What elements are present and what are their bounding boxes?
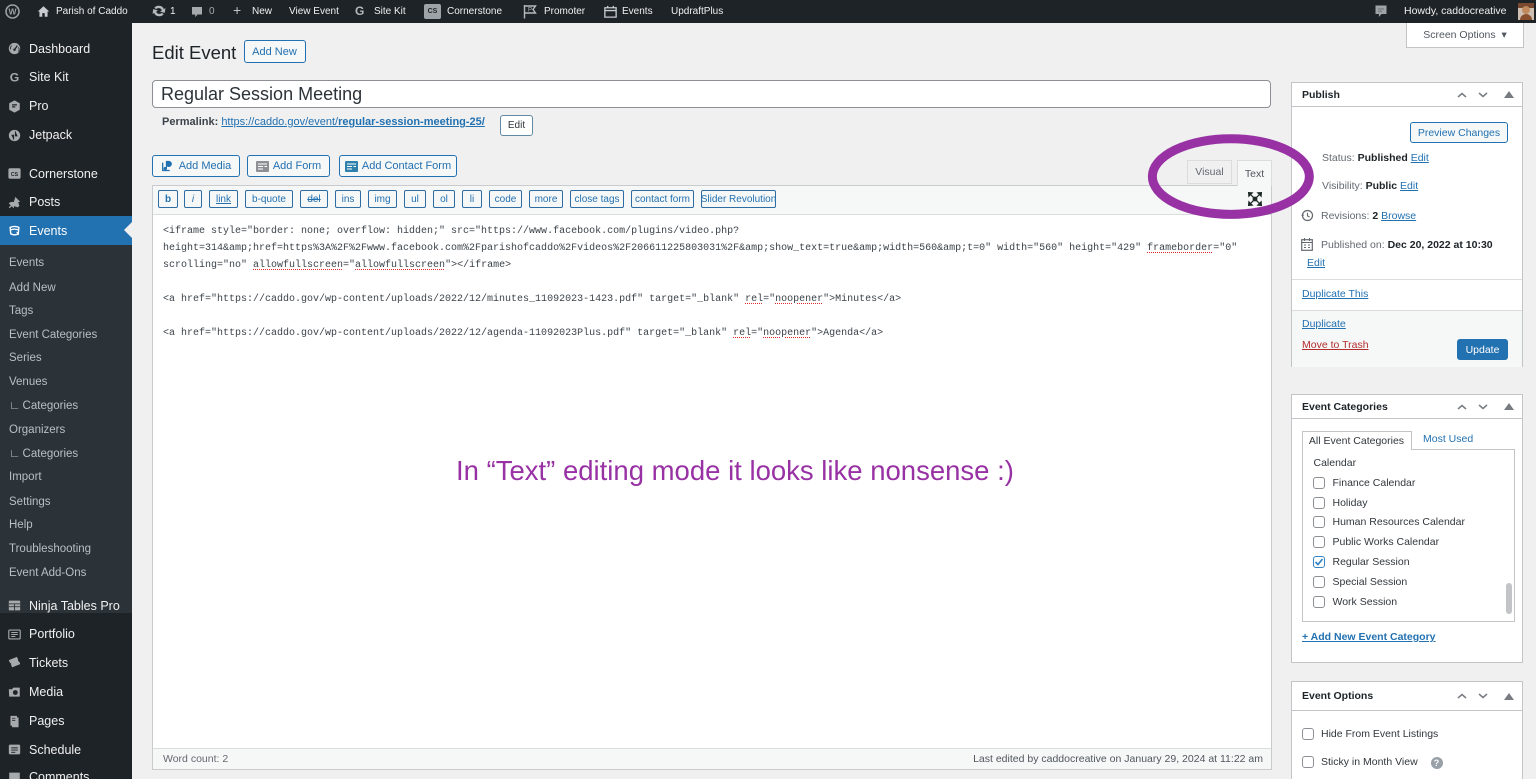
svg-text:W: W (8, 7, 17, 17)
svg-text:P: P (528, 8, 532, 14)
svg-text:G: G (10, 71, 19, 84)
svg-text:CS: CS (11, 172, 19, 178)
